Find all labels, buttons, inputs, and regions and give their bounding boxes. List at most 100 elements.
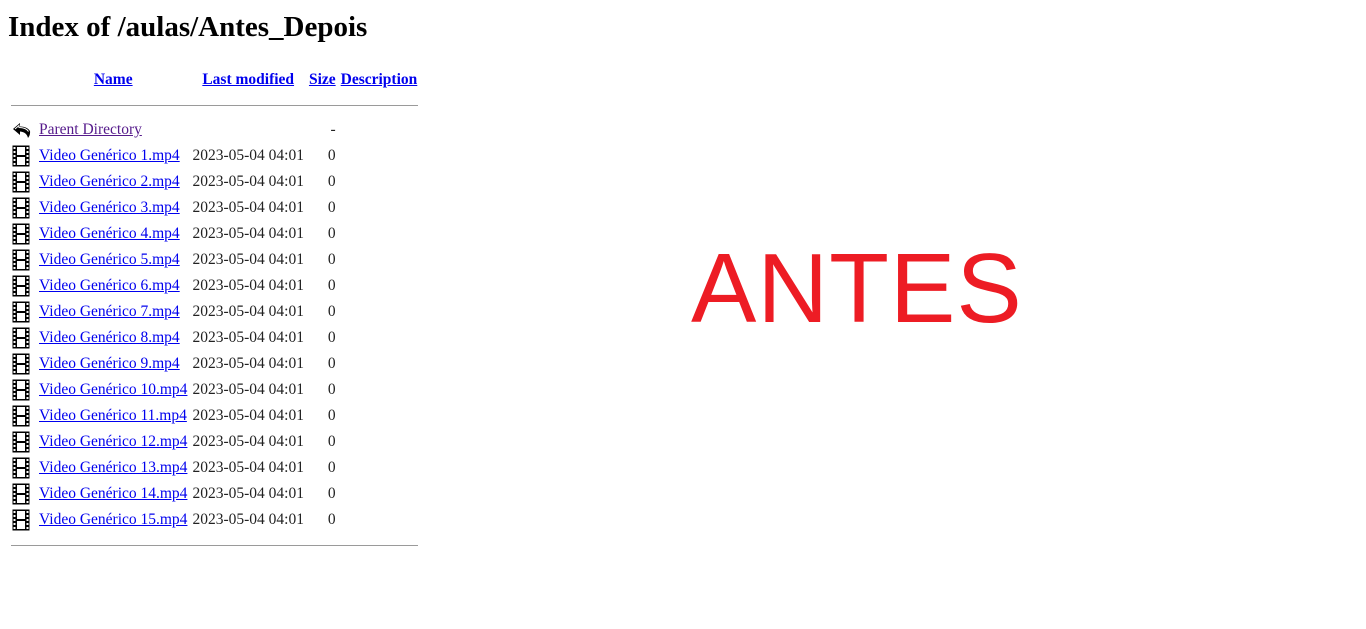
file-size: 0 <box>327 433 336 450</box>
separator-row <box>11 93 419 117</box>
file-size: 0 <box>327 225 336 242</box>
file-link[interactable]: Video Genérico 1.mp4 <box>39 147 180 164</box>
file-size: 0 <box>327 277 336 294</box>
film-icon <box>11 221 35 247</box>
film-icon <box>11 299 35 325</box>
last-modified-column-header[interactable]: Last modified <box>191 67 305 93</box>
film-icon <box>11 481 35 507</box>
file-row[interactable]: Video Genérico 1.mp4 2023-05-04 04:01 0 <box>11 143 418 169</box>
file-modified: 2023-05-04 04:01 <box>192 225 304 242</box>
file-row[interactable]: Video Genérico 13.mp4 2023-05-04 04:01 0 <box>11 455 418 481</box>
file-link[interactable]: Video Genérico 3.mp4 <box>39 199 180 216</box>
file-size: 0 <box>327 511 336 528</box>
file-modified: 2023-05-04 04:01 <box>192 277 304 294</box>
size-column-header[interactable]: Size <box>308 67 337 93</box>
file-modified: 2023-05-04 04:01 <box>192 173 304 190</box>
antes-overlay-label: ANTES <box>691 233 1023 343</box>
sort-by-last-modified-link[interactable]: Last modified <box>202 71 294 88</box>
film-icon <box>11 377 35 403</box>
file-modified: 2023-05-04 04:01 <box>192 433 304 450</box>
file-modified: 2023-05-04 04:01 <box>192 511 304 528</box>
file-description <box>340 221 419 247</box>
file-modified: 2023-05-04 04:01 <box>192 485 304 502</box>
film-icon <box>11 325 35 351</box>
header-row: Name Last modified Size Description <box>11 67 418 93</box>
top-divider <box>11 104 419 106</box>
file-row[interactable]: Video Genérico 6.mp4 2023-05-04 04:01 0 <box>11 273 418 299</box>
film-icon <box>11 429 35 455</box>
file-row[interactable]: Video Genérico 4.mp4 2023-05-04 04:01 0 <box>11 221 418 247</box>
file-size: 0 <box>327 329 336 346</box>
parent-directory-link[interactable]: Parent Directory <box>39 121 142 138</box>
file-link[interactable]: Video Genérico 4.mp4 <box>39 225 180 242</box>
file-description <box>340 429 419 455</box>
file-description <box>340 507 419 533</box>
file-size: 0 <box>327 355 336 372</box>
file-link[interactable]: Video Genérico 11.mp4 <box>39 407 187 424</box>
file-row[interactable]: Video Genérico 10.mp4 2023-05-04 04:01 0 <box>11 377 418 403</box>
file-modified: 2023-05-04 04:01 <box>192 355 304 372</box>
file-modified: 2023-05-04 04:01 <box>192 407 304 424</box>
file-description <box>340 273 419 299</box>
file-size: 0 <box>327 199 336 216</box>
file-description <box>340 403 419 429</box>
file-description <box>340 325 419 351</box>
file-link[interactable]: Video Genérico 2.mp4 <box>39 173 180 190</box>
file-description <box>340 351 419 377</box>
file-link[interactable]: Video Genérico 12.mp4 <box>39 433 187 450</box>
sort-by-size-link[interactable]: Size <box>309 71 336 88</box>
file-link[interactable]: Video Genérico 5.mp4 <box>39 251 180 268</box>
sort-by-description-link[interactable]: Description <box>341 71 418 88</box>
film-icon <box>11 507 35 533</box>
description-column-header[interactable]: Description <box>340 67 419 93</box>
file-size: 0 <box>327 173 336 190</box>
file-link[interactable]: Video Genérico 13.mp4 <box>39 459 187 476</box>
parent-size: - <box>330 121 336 138</box>
file-link[interactable]: Video Genérico 9.mp4 <box>39 355 180 372</box>
file-row[interactable]: Video Genérico 11.mp4 2023-05-04 04:01 0 <box>11 403 418 429</box>
file-description <box>340 143 419 169</box>
bottom-divider <box>11 544 419 546</box>
name-column-header[interactable]: Name <box>38 67 188 93</box>
file-row[interactable]: Video Genérico 12.mp4 2023-05-04 04:01 0 <box>11 429 418 455</box>
file-size: 0 <box>327 407 336 424</box>
file-row[interactable]: Video Genérico 9.mp4 2023-05-04 04:01 0 <box>11 351 418 377</box>
file-description <box>340 247 419 273</box>
film-icon <box>11 351 35 377</box>
file-link[interactable]: Video Genérico 10.mp4 <box>39 381 187 398</box>
file-link[interactable]: Video Genérico 7.mp4 <box>39 303 180 320</box>
file-row[interactable]: Video Genérico 14.mp4 2023-05-04 04:01 0 <box>11 481 418 507</box>
file-row[interactable]: Video Genérico 8.mp4 2023-05-04 04:01 0 <box>11 325 418 351</box>
file-size: 0 <box>327 459 336 476</box>
file-row[interactable]: Video Genérico 7.mp4 2023-05-04 04:01 0 <box>11 299 418 325</box>
file-link[interactable]: Video Genérico 15.mp4 <box>39 511 187 528</box>
file-link[interactable]: Video Genérico 8.mp4 <box>39 329 180 346</box>
file-row[interactable]: Video Genérico 2.mp4 2023-05-04 04:01 0 <box>11 169 418 195</box>
film-icon <box>11 143 35 169</box>
file-size: 0 <box>327 381 336 398</box>
file-modified: 2023-05-04 04:01 <box>192 251 304 268</box>
back-arrow-icon <box>11 117 35 143</box>
file-description <box>340 455 419 481</box>
file-description <box>340 481 419 507</box>
file-size: 0 <box>327 303 336 320</box>
file-link[interactable]: Video Genérico 14.mp4 <box>39 485 187 502</box>
file-row[interactable]: Video Genérico 5.mp4 2023-05-04 04:01 0 <box>11 247 418 273</box>
icon-column-header <box>11 67 35 93</box>
file-size: 0 <box>327 251 336 268</box>
file-size: 0 <box>327 485 336 502</box>
file-modified: 2023-05-04 04:01 <box>192 147 304 164</box>
film-icon <box>11 273 35 299</box>
file-description <box>340 195 419 221</box>
file-modified: 2023-05-04 04:01 <box>192 199 304 216</box>
sort-by-name-link[interactable]: Name <box>94 71 133 88</box>
file-row[interactable]: Video Genérico 3.mp4 2023-05-04 04:01 0 <box>11 195 418 221</box>
file-link[interactable]: Video Genérico 6.mp4 <box>39 277 180 294</box>
parent-directory-row[interactable]: Parent Directory - <box>11 117 418 143</box>
film-icon <box>11 455 35 481</box>
file-row[interactable]: Video Genérico 15.mp4 2023-05-04 04:01 0 <box>11 507 418 533</box>
file-modified: 2023-05-04 04:01 <box>192 381 304 398</box>
film-icon <box>11 247 35 273</box>
file-modified: 2023-05-04 04:01 <box>192 329 304 346</box>
page-title: Index of /aulas/Antes_Depois <box>8 11 368 43</box>
